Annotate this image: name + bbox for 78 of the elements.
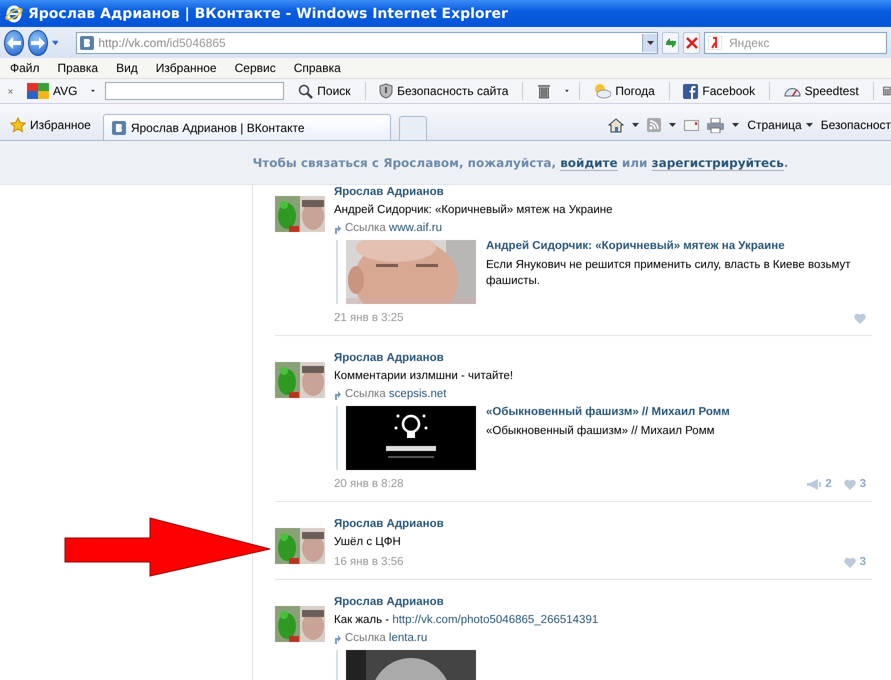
- site-logo-icon: [112, 120, 126, 134]
- login-prompt: Чтобы связаться с Ярославом, пожалуйста, войдите или зарегистрируйтесь.: [252, 156, 788, 170]
- author-link[interactable]: Ярослав Адрианов: [334, 186, 872, 198]
- shield-button[interactable]: Безопасность сайта: [375, 83, 512, 99]
- window-title: Ярослав Адрианов | ВКонтакте - Windows Internet Explorer: [28, 6, 508, 22]
- link-arrow-icon: [334, 222, 341, 234]
- search-box[interactable]: Яндекс: [704, 32, 887, 54]
- source-link[interactable]: lenta.ru: [388, 632, 428, 644]
- refresh-button[interactable]: [662, 32, 680, 54]
- login-link[interactable]: войдите: [560, 156, 618, 170]
- menu-item[interactable]: Правка: [58, 61, 98, 75]
- menu-item[interactable]: Справка: [294, 61, 341, 75]
- toolbar-search-field[interactable]: [105, 82, 284, 100]
- stop-button[interactable]: [683, 32, 700, 54]
- mail-icon[interactable]: [684, 120, 700, 130]
- avg-button[interactable]: AVG: [22, 83, 82, 99]
- back-button[interactable]: [4, 30, 24, 56]
- link-preview[interactable]: Андрей Сидорчик: «Коричневый» мятеж на Украине Если Янукович не решится применить силу, власть в Киеве возьмут фашисты.: [336, 240, 872, 304]
- refresh-icon: [664, 36, 678, 50]
- preview-title[interactable]: «Обыкновенный фашизм» // Михаил Ромм: [486, 406, 730, 418]
- caret-icon[interactable]: [564, 89, 569, 93]
- link-source: Ссылка scepsis.net: [345, 388, 446, 400]
- facebook-icon: [683, 84, 698, 98]
- caret-icon[interactable]: [669, 123, 676, 127]
- preview-description: Если Янукович не решится применить силу, власть в Киеве возьмут фашисты.: [486, 258, 852, 289]
- post-text: Андрей Сидорчик: «Коричневый» мятеж на Украине: [334, 204, 614, 216]
- link-source: Ссылка lenta.ru: [345, 632, 428, 644]
- caret-icon[interactable]: [732, 123, 740, 127]
- author-link[interactable]: Ярослав Адрианов: [334, 352, 872, 364]
- menu-item[interactable]: Сервис: [234, 61, 276, 75]
- yandex-icon: [708, 36, 722, 50]
- post-text: Комментарии излмшни - читайте!: [334, 370, 514, 382]
- post-text: Ушёл с ЦФН: [334, 536, 402, 548]
- printer-icon[interactable]: [707, 118, 724, 132]
- home-icon[interactable]: [608, 118, 624, 132]
- site-logo-icon: [80, 36, 94, 50]
- menu-item[interactable]: Избранное: [156, 61, 217, 75]
- post-text: Как жаль - http://vk.com/photo5046865_266514391: [334, 614, 600, 626]
- search-icon: [298, 84, 314, 98]
- link-arrow-icon: [334, 632, 341, 644]
- back-arrow-icon: [6, 36, 21, 48]
- register-link[interactable]: зарегистрируйтесь: [652, 156, 784, 170]
- forward-button[interactable]: [28, 30, 48, 56]
- close-icon: [686, 36, 698, 48]
- author-link[interactable]: Ярослав Адрианов: [334, 596, 872, 608]
- trash-icon: [536, 83, 551, 99]
- preview-title[interactable]: Андрей Сидорчик: «Коричневый» мятеж на Украине: [486, 240, 872, 252]
- weather-button[interactable]: Погода: [589, 83, 659, 99]
- caret-icon[interactable]: [632, 123, 640, 127]
- command-button[interactable]: Страница: [747, 118, 813, 132]
- rss-icon[interactable]: [647, 118, 662, 132]
- caret-icon[interactable]: [806, 123, 813, 127]
- source-link[interactable]: scepsis.net: [388, 388, 446, 400]
- menu-item[interactable]: Файл: [10, 61, 40, 75]
- close-icon[interactable]: [8, 86, 13, 96]
- menu-item[interactable]: Вид: [116, 61, 138, 75]
- link-arrow-icon: [334, 388, 341, 400]
- weather-icon: [593, 83, 612, 99]
- link-source: Ссылка www.aif.ru: [345, 222, 442, 234]
- command-button[interactable]: Безопасност: [820, 118, 891, 132]
- facebook-button[interactable]: Facebook: [679, 84, 760, 98]
- post-link[interactable]: http://vk.com/photo5046865_266514391: [392, 614, 598, 626]
- search-button[interactable]: Поиск: [294, 84, 355, 98]
- author-link[interactable]: Ярослав Адрианов: [334, 518, 872, 530]
- browser-logo-icon: [5, 4, 23, 22]
- caret-icon[interactable]: [646, 40, 654, 44]
- preview-description: «Обыкновенный фашизм» // Михаил Ромм: [486, 424, 716, 439]
- source-link[interactable]: www.aif.ru: [388, 222, 442, 234]
- favorites-button[interactable]: Избранное: [6, 110, 95, 140]
- avg-logo-icon: [26, 83, 49, 99]
- shield-icon: [379, 83, 394, 99]
- star-icon: [10, 117, 26, 133]
- caret-icon[interactable]: [91, 89, 96, 93]
- gauge-button[interactable]: Speedtest: [780, 84, 863, 98]
- browser-tab[interactable]: Ярослав Адрианов | ВКонтакте: [102, 114, 391, 140]
- address-field[interactable]: http://vk.com/id5046865: [76, 32, 658, 54]
- link-preview[interactable]: «Обыкновенный фашизм» // Михаил Ромм «Обыкновенный фашизм» // Михаил Ромм: [336, 406, 872, 470]
- forward-arrow-icon: [30, 36, 45, 48]
